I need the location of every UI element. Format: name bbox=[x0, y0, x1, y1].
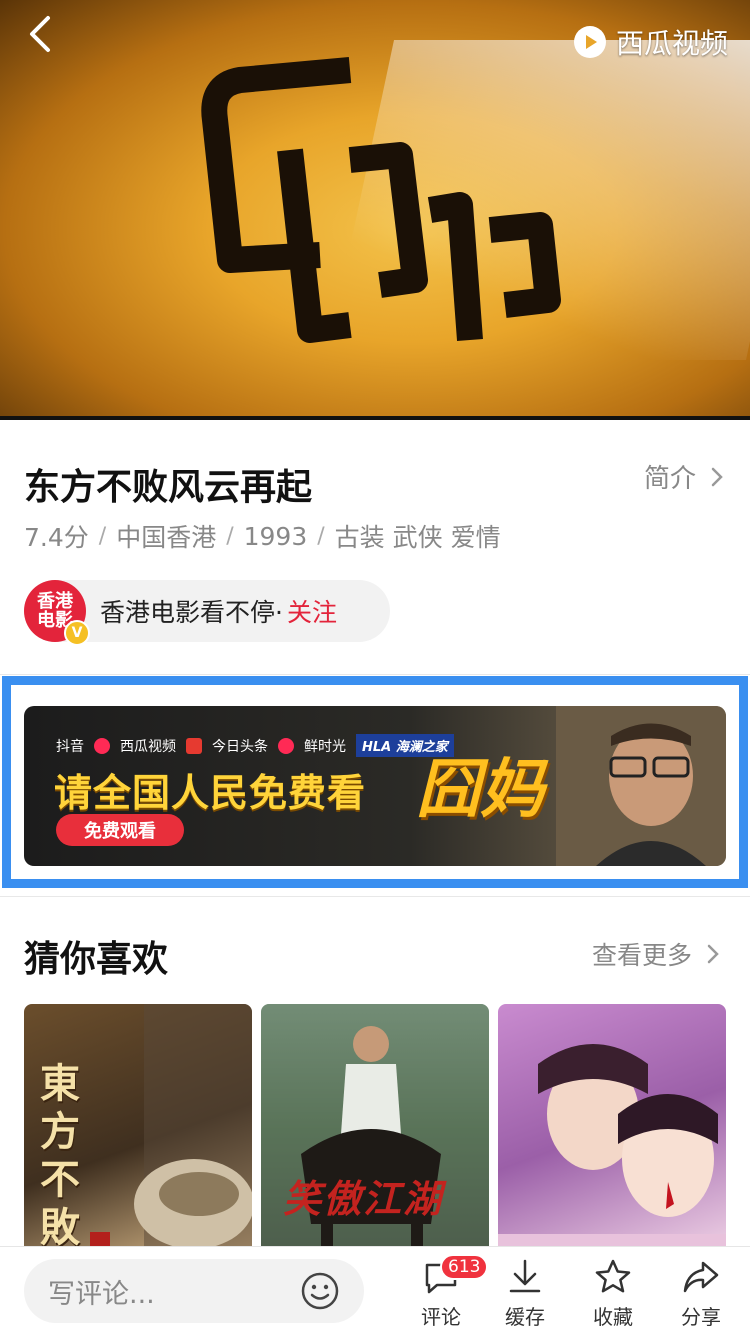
follow-button[interactable]: 关注 bbox=[287, 593, 337, 629]
movie-title: 东方不败风云再起 bbox=[24, 467, 313, 508]
star-icon bbox=[595, 1259, 631, 1293]
intro-link[interactable]: 简介 bbox=[644, 458, 724, 495]
toutiao-icon bbox=[186, 737, 202, 754]
verified-badge: V bbox=[64, 620, 90, 646]
movie-meta: 7.4分 / 中国香港 / 1993 / 古装 武侠 爱情 bbox=[24, 518, 501, 554]
intro-label: 简介 bbox=[643, 464, 696, 494]
section-divider bbox=[0, 674, 750, 675]
partner-xianshiguang: 鲜时光 bbox=[304, 738, 346, 755]
download-icon bbox=[509, 1259, 541, 1293]
comment-placeholder: 写评论... bbox=[48, 1278, 155, 1310]
comment-count-badge: 613 bbox=[440, 1254, 489, 1280]
partner-douyin: 抖音 bbox=[56, 738, 84, 755]
xigua-dot-icon bbox=[94, 737, 110, 754]
xigua-logo-icon bbox=[573, 26, 606, 58]
card-title-art: 笑傲江湖 bbox=[283, 1177, 444, 1221]
banner-movie-name: 囧妈 bbox=[416, 753, 544, 827]
recommend-card[interactable] bbox=[498, 1004, 726, 1254]
video-player[interactable]: 西瓜视频 bbox=[0, 0, 750, 420]
channel-name: 香港电影看不停· bbox=[100, 598, 283, 627]
meta-separator: / bbox=[98, 523, 107, 549]
download-action[interactable]: 缓存 bbox=[490, 1257, 560, 1330]
see-more-link[interactable]: 查看更多 bbox=[592, 936, 720, 972]
verified-mark: V bbox=[71, 624, 83, 641]
movie-score: 7.4分 bbox=[24, 523, 89, 552]
favorite-action[interactable]: 收藏 bbox=[578, 1257, 648, 1330]
actor-portrait bbox=[556, 706, 726, 866]
favorite-action-label: 收藏 bbox=[593, 1305, 633, 1329]
brand-watermark: 西瓜视频 bbox=[572, 22, 728, 62]
back-arrow-icon[interactable] bbox=[22, 12, 62, 56]
chevron-right-icon bbox=[707, 944, 719, 964]
recommend-title: 猜你喜欢 bbox=[24, 939, 169, 980]
see-more-label: 查看更多 bbox=[591, 941, 692, 970]
chevron-right-icon bbox=[711, 467, 723, 486]
card-poster bbox=[498, 1044, 726, 1254]
xianshiguang-icon bbox=[278, 737, 294, 754]
share-icon bbox=[683, 1261, 719, 1293]
bottom-action-bar: 写评论... 评论 缓存 收藏 分享 bbox=[0, 1246, 750, 1334]
movie-region: 中国香港 bbox=[116, 523, 217, 552]
partner-toutiao: 今日头条 bbox=[212, 738, 268, 755]
movie-genres: 古装 武侠 爱情 bbox=[334, 523, 501, 552]
meta-separator: / bbox=[317, 523, 325, 549]
download-action-label: 缓存 bbox=[505, 1305, 545, 1329]
emoji-smile-icon[interactable] bbox=[300, 1271, 340, 1311]
share-action[interactable]: 分享 bbox=[666, 1257, 736, 1330]
movie-year: 1993 bbox=[243, 521, 308, 551]
comment-action-label: 评论 bbox=[421, 1305, 461, 1329]
recommend-card[interactable]: 笑傲江湖 bbox=[261, 1004, 489, 1254]
partner-logos: 抖音 西瓜视频 今日头条 鲜时光 HLA 海澜之家 bbox=[56, 734, 454, 757]
card-title-art: 東方不敗 bbox=[40, 1061, 80, 1251]
section-divider bbox=[0, 896, 750, 897]
channel-avatar[interactable]: 香港电影 V bbox=[24, 580, 90, 646]
recommend-card[interactable]: 東方不敗 bbox=[24, 1004, 252, 1254]
meta-separator: / bbox=[226, 523, 234, 549]
share-action-label: 分享 bbox=[681, 1305, 721, 1329]
brand-label: 西瓜视频 bbox=[615, 27, 728, 60]
studio-logo bbox=[201, 57, 561, 343]
free-watch-button[interactable]: 免费观看 bbox=[56, 814, 184, 846]
partner-xigua: 西瓜视频 bbox=[120, 738, 176, 755]
promo-banner[interactable]: 抖音 西瓜视频 今日头条 鲜时光 HLA 海澜之家 请全国人民免费看 囧妈 免费… bbox=[24, 706, 726, 866]
channel-pill[interactable]: 香港电影 V 香港电影看不停· 关注 bbox=[24, 580, 390, 646]
comment-input[interactable]: 写评论... bbox=[24, 1259, 364, 1323]
banner-headline: 请全国人民免费看 bbox=[54, 771, 367, 815]
